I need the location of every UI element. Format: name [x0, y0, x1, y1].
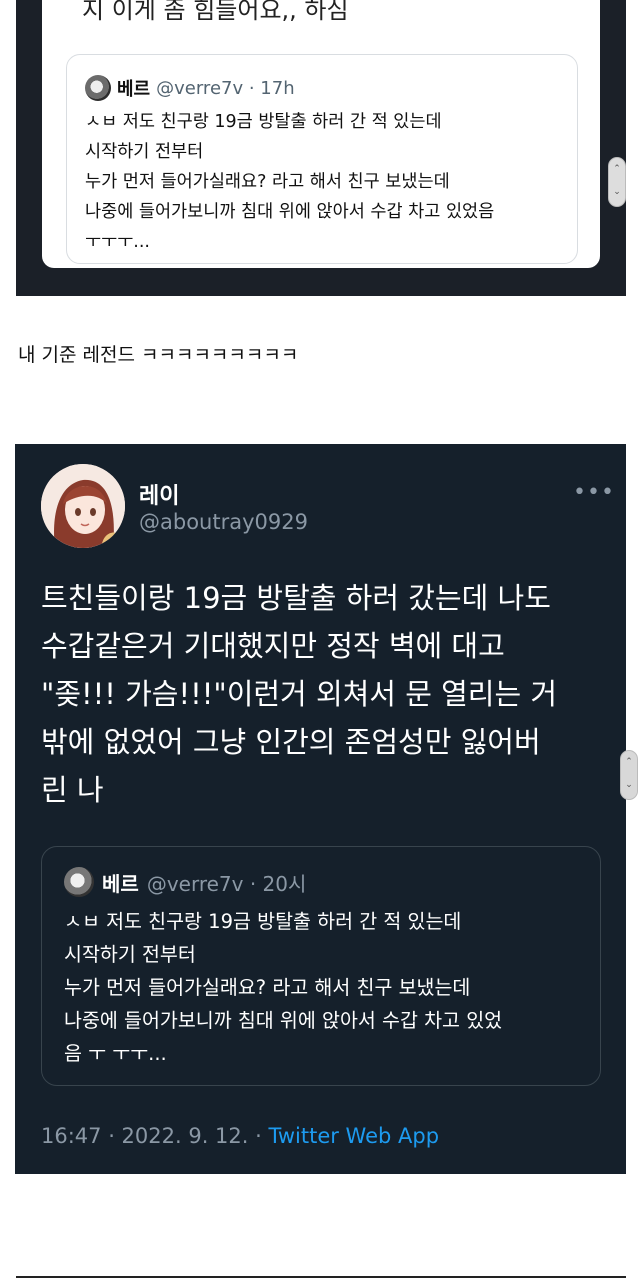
tweet-card: 레이 @aboutray0929 ••• 트친들이랑 19금 방탈출 하러 갔는… — [15, 444, 638, 1174]
post-caption: 내 기준 레전드 ㅋㅋㅋㅋㅋㅋㅋㅋㅋ — [18, 344, 299, 366]
top-quote-line: 시작하기 전부터 — [85, 142, 204, 162]
quoted-tweet[interactable]: 베르 @verre7v · 20시 ㅅㅂ 저도 친구랑 19금 방탈출 하러 간… — [41, 846, 601, 1086]
avatar — [64, 867, 94, 897]
top-quote-body: ㅅㅂ 저도 친구랑 19금 방탈출 하러 간 적 있는데 시작하기 전부터 누가… — [85, 107, 565, 257]
quoted-tweet-name: 베르 — [102, 871, 139, 896]
quoted-tweet-line: 나중에 들어가보니까 침대 위에 앉아서 수갑 차고 있었 — [64, 1009, 503, 1032]
quoted-tweet-line: 누가 먼저 들어가실래요? 라고 해서 친구 보냈는데 — [64, 976, 471, 999]
top-quote-tweet[interactable]: 베르 @verre7v · 17h ㅅㅂ 저도 친구랑 19금 방탈출 하러 간… — [66, 54, 578, 264]
avatar[interactable] — [41, 464, 125, 548]
top-quote-line: 누가 먼저 들어가실래요? 라고 해서 친구 보냈는데 — [85, 172, 450, 192]
top-quote-handle: @verre7v · 17h — [156, 77, 295, 99]
quoted-tweet-header: 베르 @verre7v · 20시 — [64, 867, 306, 897]
avatar — [85, 75, 111, 101]
top-quote-line: ㅜㅜㅜ... — [85, 232, 150, 252]
more-options-icon[interactable]: ••• — [573, 480, 615, 505]
quoted-tweet-body: ㅅㅂ 저도 친구랑 19금 방탈출 하러 간 적 있는데 시작하기 전부터 누가… — [64, 905, 584, 1070]
quoted-tweet-line: 시작하기 전부터 — [64, 943, 196, 966]
scrollbar-thumb[interactable]: ⌃ ⌄ — [608, 157, 626, 207]
tweet-source-link[interactable]: Twitter Web App — [268, 1124, 439, 1148]
top-quote-header: 베르 @verre7v · 17h — [85, 75, 295, 101]
scrollbar[interactable]: ⌃ ⌄ — [620, 444, 640, 1174]
tweet-body-line: "좆!!! 가슴!!!"이런거 외쳐서 문 열리는 거 — [41, 677, 558, 711]
quoted-tweet-handle: @verre7v · 20시 — [146, 871, 307, 896]
tweet-body-line: 린 나 — [41, 773, 104, 807]
quoted-tweet-line: ㅅㅂ 저도 친구랑 19금 방탈출 하러 간 적 있는데 — [64, 910, 462, 933]
top-tweet-card: 지 이게 좀 힘들어요,, 하심 베르 @verre7v · 17h ㅅㅂ 저도… — [42, 0, 600, 268]
avatar-illustration-icon — [41, 464, 125, 548]
top-quote-line: ㅅㅂ 저도 친구랑 19금 방탈출 하러 간 적 있는데 — [85, 112, 442, 132]
tweet-body: 트친들이랑 19금 방탈출 하러 갔는데 나도 수갑같은거 기대했지만 정작 벽… — [41, 574, 601, 814]
tweet-body-line: 트친들이랑 19금 방탈출 하러 갔는데 나도 — [41, 581, 551, 615]
tweet-author-handle[interactable]: @aboutray0929 — [139, 510, 308, 534]
tweet-timestamp[interactable]: 16:47 · 2022. 9. 12. · — [41, 1124, 268, 1148]
tweet-footer: 16:47 · 2022. 9. 12. · Twitter Web App — [41, 1124, 439, 1148]
divider — [16, 1276, 626, 1278]
top-tweet-partial-text: 지 이게 좀 힘들어요,, 하심 — [82, 0, 349, 24]
tweet-author-name[interactable]: 레이 — [139, 478, 179, 510]
quoted-tweet-line: 음 ㅜ ㅜㅜ... — [64, 1042, 167, 1065]
tweet-body-line: 밖에 없었어 그냥 인간의 존엄성만 잃어버 — [41, 725, 541, 759]
scrollbar-thumb[interactable]: ⌃ ⌄ — [620, 750, 638, 800]
tweet-body-line: 수갑같은거 기대했지만 정작 벽에 대고 — [41, 629, 505, 663]
top-screenshot: 지 이게 좀 힘들어요,, 하심 베르 @verre7v · 17h ㅅㅂ 저도… — [16, 0, 626, 296]
top-quote-line: 나중에 들어가보니까 침대 위에 앉아서 수갑 차고 있었음 — [85, 202, 495, 222]
top-quote-name: 베르 — [117, 79, 151, 100]
